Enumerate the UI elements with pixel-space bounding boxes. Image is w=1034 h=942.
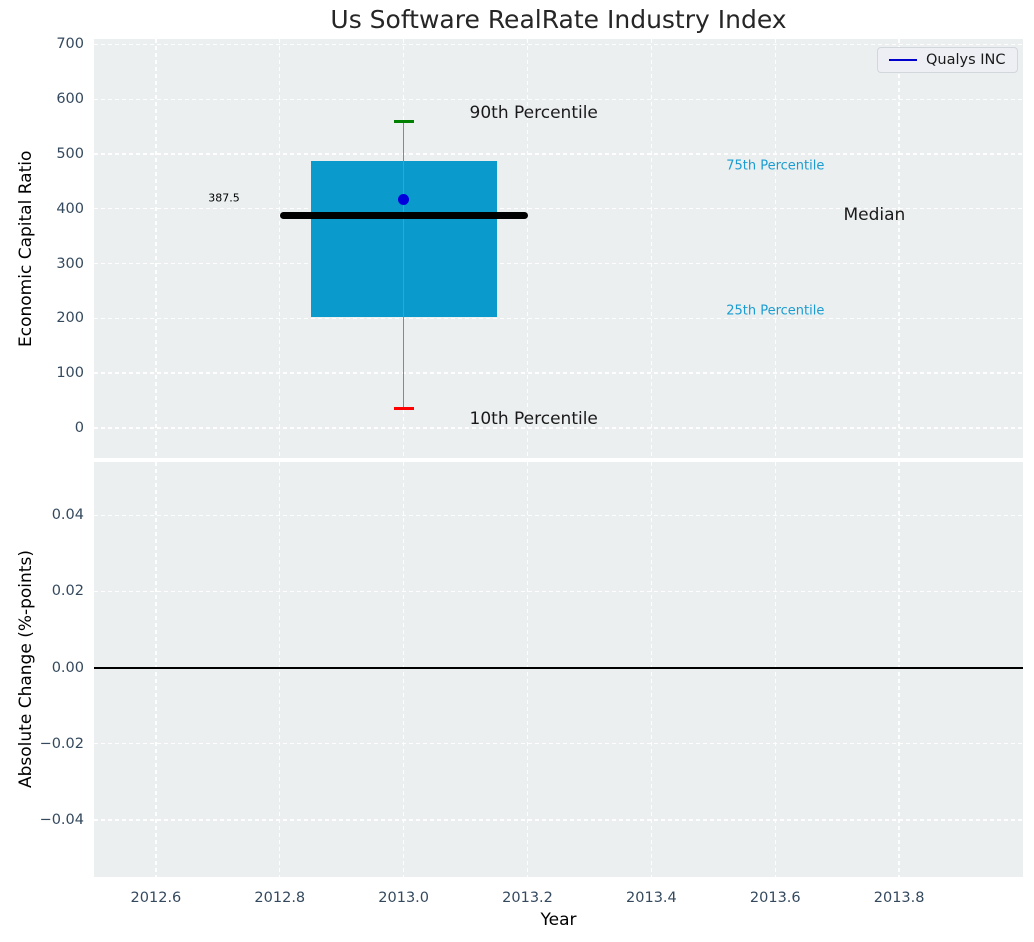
x-axis-label: Year [94,910,1023,930]
x-tick-label: 2012.6 [121,889,191,907]
y-tick-label: 100 [32,364,84,382]
x-tick-label: 2013.0 [369,889,439,907]
gridline-vertical [403,462,404,877]
gridline-vertical [279,462,280,877]
x-tick-label: 2013.8 [864,889,934,907]
legend-line-sample [889,59,917,62]
y-tick-label: 200 [32,309,84,327]
y-tick-label: −0.02 [32,735,84,753]
x-tick-label: 2013.6 [740,889,810,907]
gridline-horizontal [94,819,1023,820]
annotation: 90th Percentile [470,103,598,123]
whisker-cap-10th [394,407,414,410]
gridline-vertical [527,462,528,877]
legend: Qualys INC [877,47,1018,73]
annotation: 387.5 [208,191,240,204]
x-tick-label: 2012.8 [245,889,315,907]
figure: Us Software RealRate Industry Index 90th… [0,0,1034,942]
median-line [280,212,528,219]
y-tick-label: 0 [32,419,84,437]
gridline-vertical [527,39,528,458]
gridline-vertical [651,39,652,458]
top-axes-plot: 90th Percentile 10th Percentile 387.5 75th … [94,39,1023,458]
gridline-horizontal [94,591,1023,592]
y-tick-label: 0.02 [32,582,84,600]
gridline-vertical [775,39,776,458]
gridline-horizontal [94,99,1023,100]
y-tick-label: 0.04 [32,506,84,524]
gridline-vertical [898,39,899,458]
gridline-horizontal [94,318,1023,319]
legend-label: Qualys INC [926,52,1006,68]
whisker-cap-90th [394,120,414,123]
annotation: 75th Percentile [726,159,824,174]
chart-title: Us Software RealRate Industry Index [94,5,1023,34]
gridline-horizontal [94,743,1023,744]
gridline-vertical [155,462,156,877]
gridline-horizontal [94,44,1023,45]
y-tick-label: 400 [32,200,84,218]
x-tick-label: 2013.4 [616,889,686,907]
gridline-vertical [155,39,156,458]
gridline-vertical [279,39,280,458]
y-tick-label: −0.04 [32,811,84,829]
gridline-vertical [898,462,899,877]
gridline-horizontal [94,515,1023,516]
y-tick-label: 500 [32,145,84,163]
gridline-vertical [775,462,776,877]
bottom-axes-plot [94,462,1023,877]
annotation: 25th Percentile [726,304,824,319]
y-tick-label: 300 [32,255,84,273]
gridline-horizontal [94,153,1023,154]
gridline-vertical [651,462,652,877]
gridline-horizontal [94,372,1023,373]
y-tick-label: 600 [32,90,84,108]
x-tick-label: 2013.2 [493,889,563,907]
gridline-horizontal [94,263,1023,264]
y-tick-label: 700 [32,35,84,53]
annotation: Median [843,205,905,225]
annotation: 10th Percentile [470,409,598,429]
y-tick-label: 0.00 [32,659,84,677]
whisker-line [403,121,404,409]
zero-line [94,667,1023,669]
